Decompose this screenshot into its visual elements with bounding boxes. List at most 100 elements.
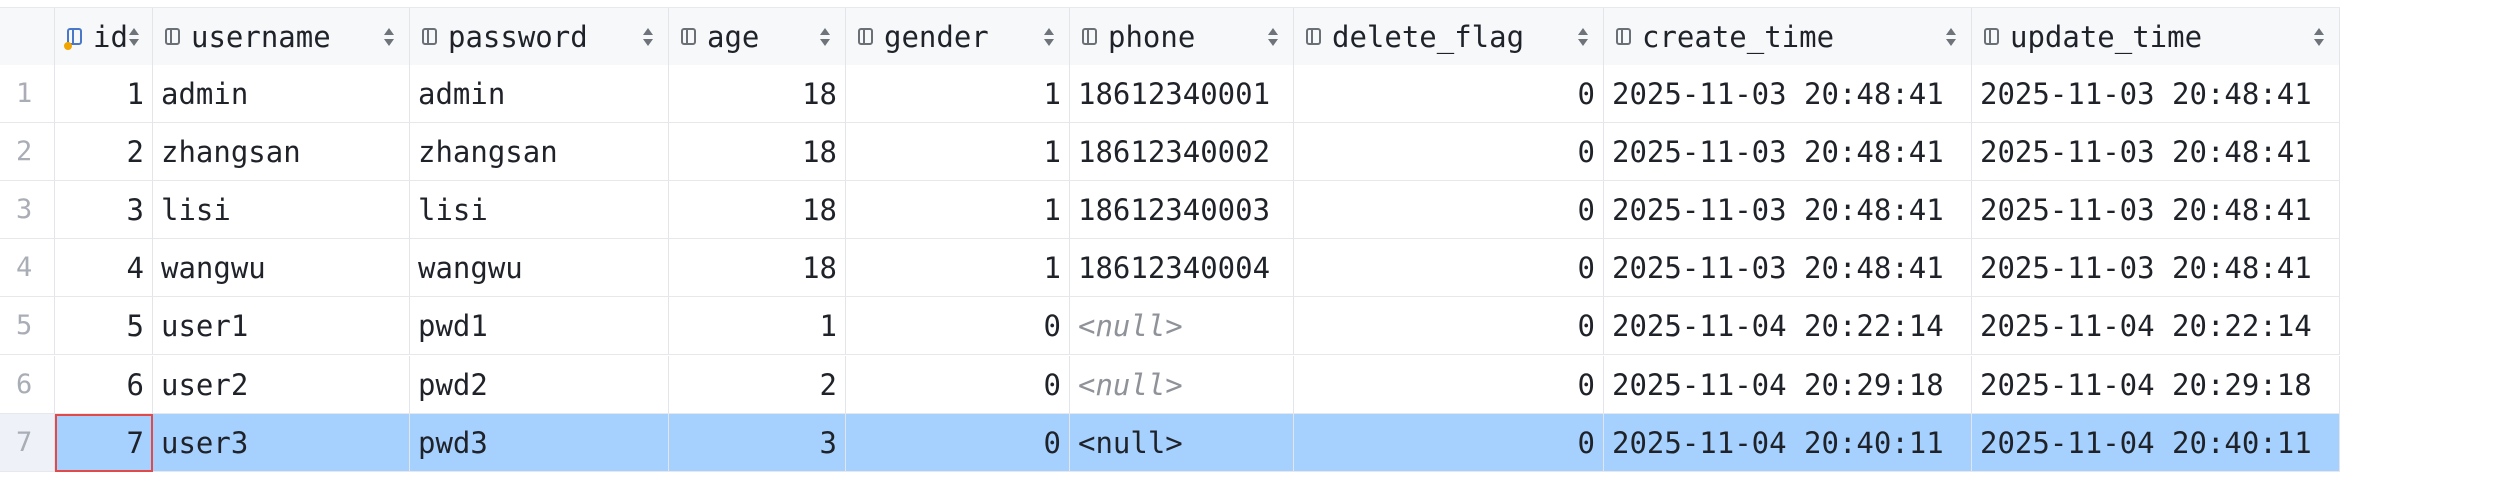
table-row[interactable]: 3 3 lisi lisi 18 1 18612340003 0 2025-11-03 20:4… [0,181,2340,240]
column-header-gender[interactable]: gender [846,8,1070,66]
cell-phone[interactable]: <null> [1070,355,1294,414]
column-header-delete-flag[interactable]: delete_flag [1294,8,1604,66]
sort-icon[interactable] [1043,26,1055,48]
sort-icon[interactable] [642,26,654,48]
cell-delete-flag[interactable]: 0 [1294,65,1604,123]
cell-gender[interactable]: 1 [846,239,1070,298]
cell-delete-flag[interactable]: 0 [1294,123,1604,182]
sort-icon[interactable] [128,26,140,48]
sort-icon[interactable] [2313,26,2325,48]
cell-id[interactable]: 7 [55,413,153,472]
cell-gender[interactable]: 1 [846,181,1070,240]
cell-age[interactable]: 18 [669,123,846,182]
sort-icon[interactable] [1577,26,1589,48]
cell-phone[interactable]: <null> [1070,297,1294,356]
cell-update-time[interactable]: 2025-11-03 20:48:41 [1972,239,2340,298]
cell-age[interactable]: 3 [669,413,846,472]
cell-update-time[interactable]: 2025-11-03 20:48:41 [1972,123,2340,182]
row-number[interactable]: 6 [0,355,55,414]
table-row[interactable]: 2 2 zhangsan zhangsan 18 1 18612340002 0 2025-11… [0,123,2340,182]
sort-icon[interactable] [1945,26,1957,48]
cell-create-time[interactable]: 2025-11-03 20:48:41 [1604,239,1972,298]
column-header-id[interactable]: id [55,8,153,66]
cell-create-time[interactable]: 2025-11-03 20:48:41 [1604,65,1972,123]
sort-icon[interactable] [819,26,831,48]
cell-age[interactable]: 18 [669,239,846,298]
cell-age[interactable]: 2 [669,355,846,414]
row-number[interactable]: 1 [0,65,55,123]
row-number[interactable]: 4 [0,239,55,298]
cell-update-time[interactable]: 2025-11-04 20:22:14 [1972,297,2340,356]
cell-gender[interactable]: 0 [846,297,1070,356]
cell-phone[interactable]: 18612340002 [1070,123,1294,182]
sort-icon[interactable] [383,26,395,48]
cell-gender[interactable]: 0 [846,413,1070,472]
cell-password[interactable]: pwd3 [410,413,669,472]
column-header-phone[interactable]: phone [1070,8,1294,66]
cell-password[interactable]: admin [410,65,669,123]
cell-phone[interactable]: 18612340001 [1070,65,1294,123]
column-header-password[interactable]: password [410,8,669,66]
cell-gender[interactable]: 0 [846,355,1070,414]
row-number[interactable]: 5 [0,297,55,356]
cell-id[interactable]: 5 [55,297,153,356]
cell-create-time[interactable]: 2025-11-04 20:22:14 [1604,297,1972,356]
cell-password[interactable]: wangwu [410,239,669,298]
table-row[interactable]: 6 6 user2 pwd2 2 0 <null> 0 2025-11-04 20:29:18 2… [0,355,2340,414]
column-header-age[interactable]: age [669,8,846,66]
column-header-update-time[interactable]: update_time [1972,8,2340,66]
cell-password[interactable]: zhangsan [410,123,669,182]
cell-update-time[interactable]: 2025-11-04 20:40:11 [1972,413,2340,472]
cell-create-time[interactable]: 2025-11-04 20:29:18 [1604,355,1972,414]
cell-value: 2025-11-03 20:48:41 [1980,135,2312,170]
table-row[interactable]: 7 7 user3 pwd3 3 0 <null> 0 2025-11-04 20:40:11 2… [0,413,2340,472]
row-number[interactable]: 3 [0,181,55,240]
table-row[interactable]: 4 4 wangwu wangwu 18 1 18612340004 0 2025-11-03 … [0,239,2340,298]
cell-gender[interactable]: 1 [846,65,1070,123]
cell-create-time[interactable]: 2025-11-03 20:48:41 [1604,181,1972,240]
cell-username[interactable]: user3 [153,413,410,472]
cell-age[interactable]: 18 [669,65,846,123]
cell-username[interactable]: admin [153,65,410,123]
cell-age[interactable]: 1 [669,297,846,356]
cell-value: 18 [802,251,837,286]
cell-password[interactable]: lisi [410,181,669,240]
cell-id[interactable]: 1 [55,65,153,123]
cell-password[interactable]: pwd2 [410,355,669,414]
column-icon [1614,26,1634,48]
cell-id[interactable]: 4 [55,239,153,298]
cell-password[interactable]: pwd1 [410,297,669,356]
cell-username[interactable]: user1 [153,297,410,356]
cell-phone[interactable]: <null> [1070,413,1294,472]
cell-create-time[interactable]: 2025-11-03 20:48:41 [1604,123,1972,182]
cell-update-time[interactable]: 2025-11-04 20:29:18 [1972,355,2340,414]
cell-username[interactable]: zhangsan [153,123,410,182]
cell-delete-flag[interactable]: 0 [1294,413,1604,472]
row-number[interactable]: 7 [0,413,55,472]
cell-username[interactable]: wangwu [153,239,410,298]
cell-age[interactable]: 18 [669,181,846,240]
table-row[interactable]: 5 5 user1 pwd1 1 0 <null> 0 2025-11-04 20:22:14 2… [0,297,2340,356]
column-header-create-time[interactable]: create_time [1604,8,1972,66]
cell-update-time[interactable]: 2025-11-03 20:48:41 [1972,181,2340,240]
cell-id[interactable]: 6 [55,355,153,414]
primary-key-column-icon [64,26,85,50]
cell-delete-flag[interactable]: 0 [1294,297,1604,356]
cell-gender[interactable]: 1 [846,123,1070,182]
cell-phone[interactable]: 18612340003 [1070,181,1294,240]
cell-username[interactable]: lisi [153,181,410,240]
cell-username[interactable]: user2 [153,355,410,414]
table-row[interactable]: 1 1 admin admin 18 1 18612340001 0 2025-11-03 20… [0,65,2340,123]
cell-delete-flag[interactable]: 0 [1294,355,1604,414]
cell-update-time[interactable]: 2025-11-03 20:48:41 [1972,65,2340,123]
sort-icon[interactable] [1267,26,1279,48]
row-number[interactable]: 2 [0,123,55,182]
cell-id[interactable]: 3 [55,181,153,240]
cell-delete-flag[interactable]: 0 [1294,181,1604,240]
cell-id[interactable]: 2 [55,123,153,182]
table-data-grid[interactable]: id username password age gender phone delete_f… [0,0,2504,484]
column-header-username[interactable]: username [153,8,410,66]
cell-phone[interactable]: 18612340004 [1070,239,1294,298]
cell-delete-flag[interactable]: 0 [1294,239,1604,298]
cell-create-time[interactable]: 2025-11-04 20:40:11 [1604,413,1972,472]
